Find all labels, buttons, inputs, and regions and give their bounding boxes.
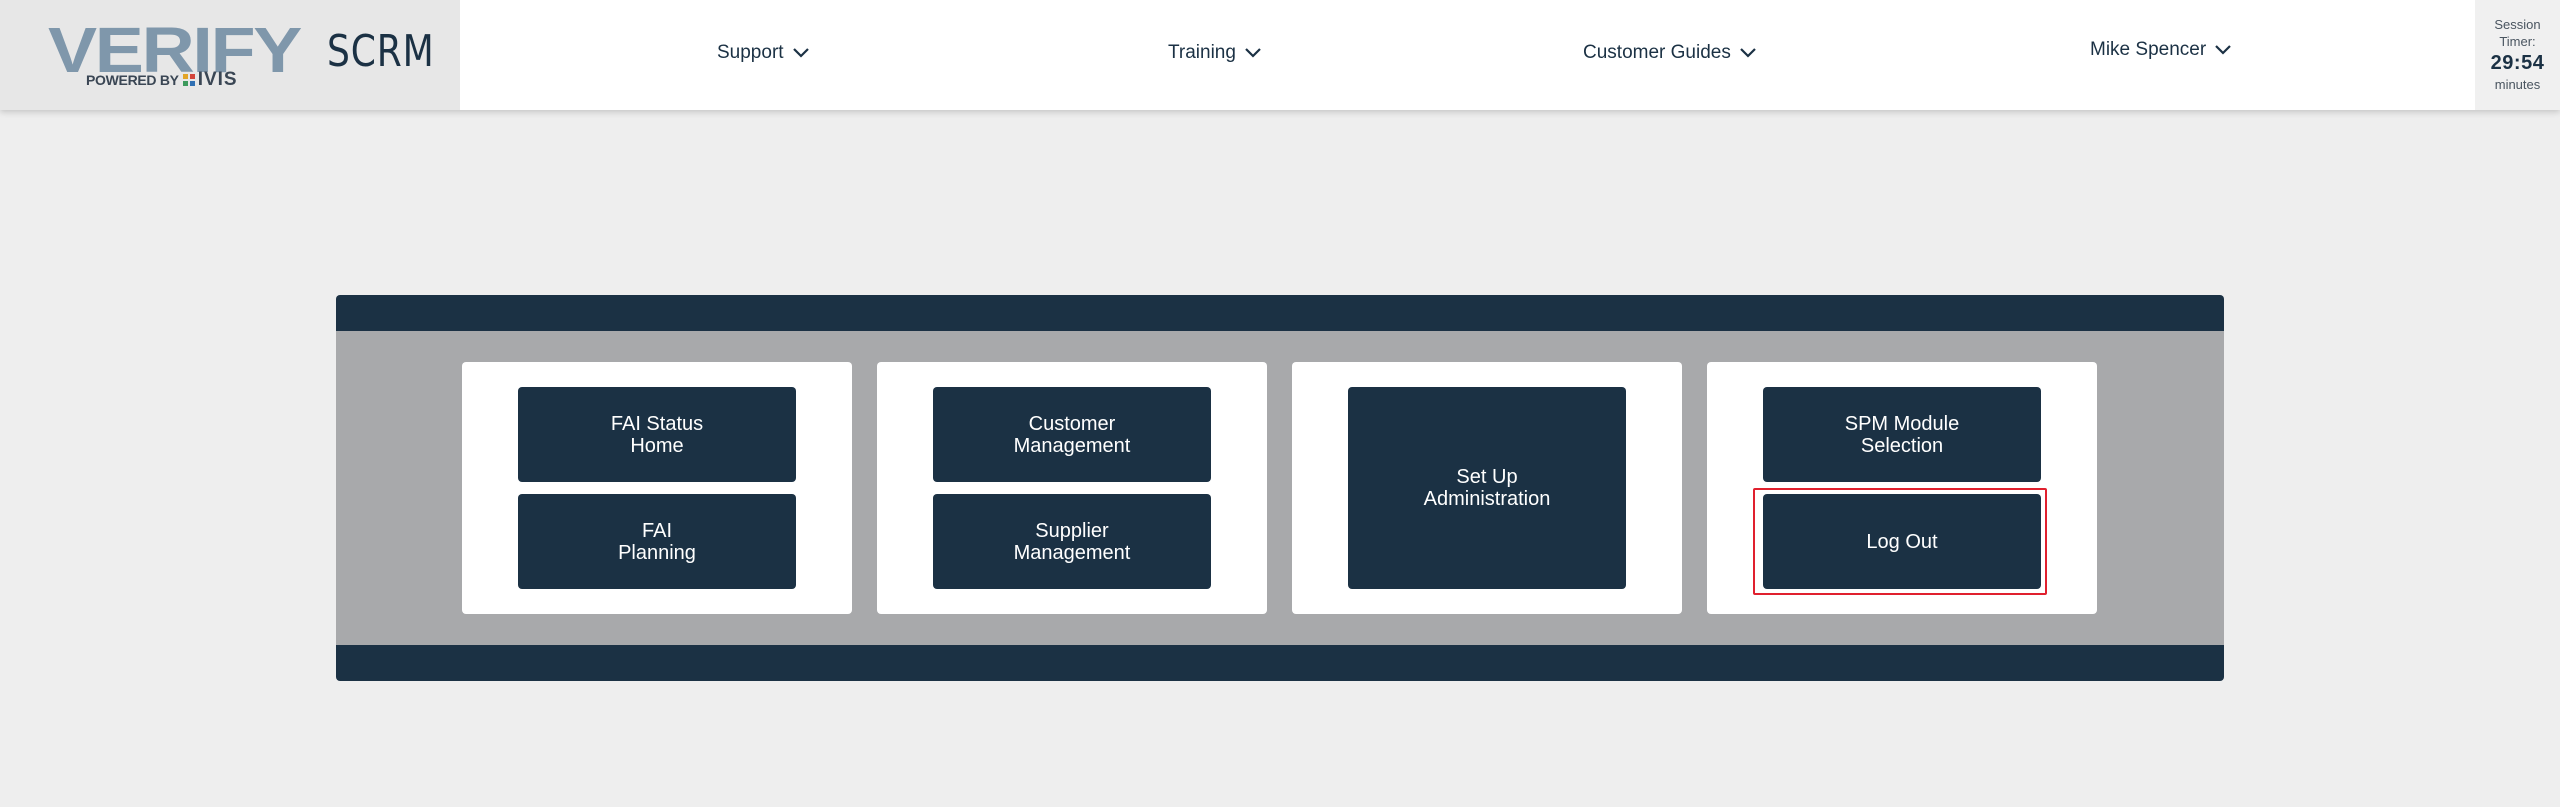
- session-label-1: Session: [2494, 17, 2541, 32]
- fai-status-home-button[interactable]: FAI Status Home: [518, 387, 796, 482]
- top-header: VERIFY POWERED BY IVIS SCRM Support Train…: [0, 0, 2560, 110]
- chevron-down-icon: [1739, 47, 1757, 59]
- user-name: Mike Spencer: [2090, 39, 2207, 60]
- customer-management-button[interactable]: Customer Management: [933, 387, 1211, 482]
- nav-training[interactable]: Training: [1168, 38, 1262, 68]
- supplier-management-button[interactable]: Supplier Management: [933, 494, 1211, 589]
- card-fai: FAI Status Home FAI Planning: [462, 362, 852, 614]
- chevron-down-icon: [2214, 44, 2232, 56]
- app-name: SCRM: [327, 26, 435, 77]
- nav-support[interactable]: Support: [717, 38, 810, 68]
- nav-training-label: Training: [1168, 42, 1236, 63]
- nav-support-label: Support: [717, 42, 784, 63]
- session-timer: Session Timer: 29:54 minutes: [2475, 0, 2560, 110]
- set-up-administration-button[interactable]: Set Up Administration: [1348, 387, 1626, 589]
- session-time: 29:54: [2490, 52, 2545, 74]
- logo-powered-text: POWERED BY: [86, 72, 179, 88]
- nav-customer-guides[interactable]: Customer Guides: [1583, 38, 1757, 68]
- card-management: Customer Management Supplier Management: [877, 362, 1267, 614]
- spm-module-selection-button[interactable]: SPM Module Selection: [1763, 387, 2041, 482]
- fai-planning-button[interactable]: FAI Planning: [518, 494, 796, 589]
- card-module: SPM Module Selection Log Out: [1707, 362, 2097, 614]
- logo-ivis-text: IVIS: [197, 69, 238, 90]
- session-label-2: Timer:: [2499, 34, 2536, 49]
- verify-logo[interactable]: VERIFY POWERED BY IVIS: [48, 18, 302, 91]
- panel-bottom-bar: [336, 645, 2224, 681]
- chevron-down-icon: [1244, 47, 1262, 59]
- brand-area: VERIFY POWERED BY IVIS SCRM: [0, 0, 460, 110]
- log-out-button[interactable]: Log Out: [1763, 494, 2041, 589]
- chevron-down-icon: [792, 47, 810, 59]
- card-administration: Set Up Administration: [1292, 362, 1682, 614]
- logo-powered-by: POWERED BY IVIS: [86, 69, 238, 91]
- session-unit: minutes: [2494, 77, 2541, 92]
- panel-top-bar: [336, 295, 2224, 331]
- nav-customer-guides-label: Customer Guides: [1583, 42, 1731, 63]
- ivis-grid-icon: [182, 74, 195, 86]
- nav-user-menu[interactable]: Mike Spencer: [2090, 35, 2232, 65]
